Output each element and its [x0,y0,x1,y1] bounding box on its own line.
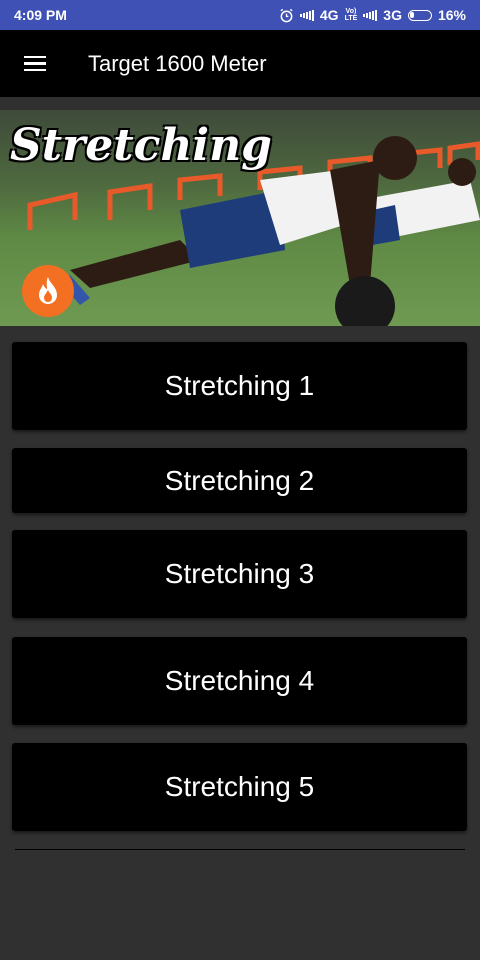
signal-icon-1 [299,9,314,21]
stretching-1-button[interactable]: Stretching 1 [12,342,467,430]
fire-icon [39,277,57,304]
stretching-3-button[interactable]: Stretching 3 [12,530,467,618]
volte-top: Vo) [345,8,357,15]
stretching-2-button[interactable]: Stretching 2 [12,448,467,513]
battery-icon [407,9,432,21]
alarm-icon [279,8,294,23]
volte-bottom: LTE [344,15,358,22]
app-bar: Target 1600 Meter [0,30,480,97]
stretching-4-button[interactable]: Stretching 4 [12,637,467,725]
app-title: Target 1600 Meter [88,50,267,76]
banner-title: Stretching [10,120,272,171]
signal-icon-2 [363,9,378,21]
battery-percent: 16% [437,7,466,23]
divider [15,849,465,850]
status-time: 4:09 PM [14,7,67,23]
volte-icon: Vo) LTE [345,8,358,22]
stretching-5-button[interactable]: Stretching 5 [12,743,467,831]
hamburger-menu-icon [24,55,46,72]
network-type-2: 3G [383,7,402,23]
banner-image: Stretching [0,110,480,326]
menu-button[interactable] [0,30,70,97]
network-type-1: 4G [319,7,339,23]
fire-badge [22,265,74,317]
status-bar: 4:09 PM 4G Vo) LTE 3G 16% [0,0,480,30]
